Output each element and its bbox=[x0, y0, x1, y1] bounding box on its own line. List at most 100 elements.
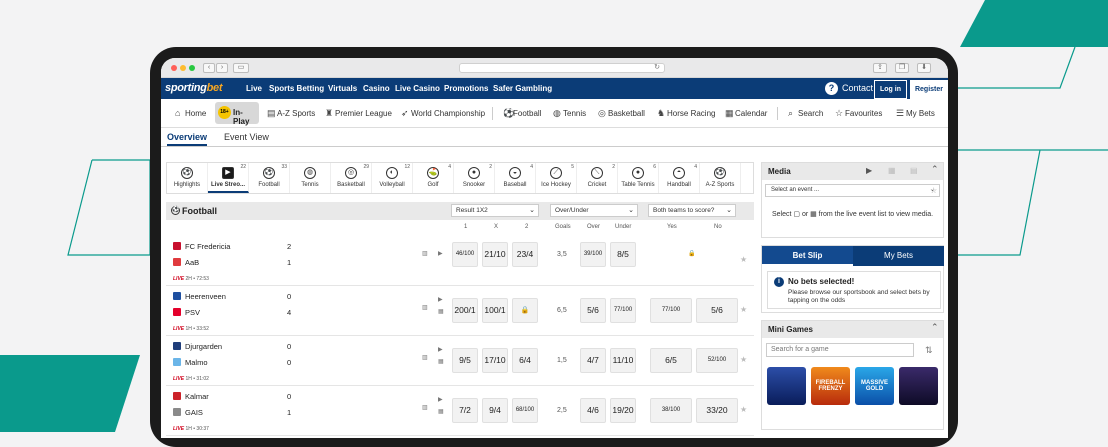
sport-handball[interactable]: 4 ◓ Handball bbox=[659, 163, 700, 193]
contact-link[interactable]: Contact bbox=[842, 83, 873, 93]
sport-basketball[interactable]: 29 ◎ Basketball bbox=[331, 163, 372, 193]
odds-no[interactable]: 52/100 bbox=[696, 348, 738, 373]
odds-under[interactable]: 19/20 bbox=[610, 398, 636, 423]
share-icon[interactable]: ⇪ bbox=[873, 63, 887, 73]
odds-yes[interactable]: 6/5 bbox=[650, 348, 692, 373]
video-icon[interactable]: ▶ bbox=[438, 250, 443, 257]
game-tile[interactable]: FIREBALL FRENZY bbox=[811, 367, 850, 405]
stats-icon[interactable]: ▥ bbox=[422, 404, 428, 411]
stats-icon[interactable]: ▥ bbox=[422, 354, 428, 361]
sport-tennis[interactable]: ◍ Tennis bbox=[290, 163, 331, 193]
subnav-search[interactable]: ⌕ Search bbox=[788, 108, 823, 119]
odds-over[interactable]: 5/6 bbox=[580, 298, 606, 323]
sport-snooker[interactable]: 2 ● Snooker bbox=[454, 163, 495, 193]
stats-icon[interactable]: ▥ bbox=[422, 250, 428, 257]
subnav-az-sports[interactable]: ▤A-Z Sports bbox=[267, 108, 315, 119]
sport-live-streaming[interactable]: 22 ▶ Live Streo... bbox=[208, 163, 249, 193]
favourite-star-icon[interactable]: ★ bbox=[740, 305, 747, 314]
sport-highlights[interactable]: ⚽ Highlights bbox=[167, 163, 208, 193]
match-row[interactable]: Djurgarden Malmo 0 0 LIVE 1H • 31:02 ▥ ▶… bbox=[166, 336, 754, 386]
odds-over[interactable]: 39/100 bbox=[580, 242, 606, 267]
nav-virtuals[interactable]: Virtuals bbox=[328, 84, 357, 93]
reload-icon[interactable]: ↻ bbox=[654, 63, 660, 71]
match-row[interactable]: Kalmar GAIS 0 1 LIVE 1H • 30:37 ▥ ▶ ▦ 7/… bbox=[166, 386, 754, 436]
chevron-left-icon[interactable]: ‹ bbox=[203, 63, 215, 73]
subnav-my-bets[interactable]: ☰ My Bets bbox=[896, 108, 935, 119]
odds-home[interactable]: 7/2 bbox=[452, 398, 478, 423]
nav-live[interactable]: Live bbox=[246, 84, 262, 93]
market-select-over-under[interactable]: Over/Under ⌄ bbox=[550, 204, 638, 217]
odds-away[interactable]: 23/4 bbox=[512, 242, 538, 267]
sidebar-icon[interactable]: ▭ bbox=[233, 63, 249, 73]
subnav-world-championship[interactable]: ➶ World Championship bbox=[401, 108, 485, 119]
match-row[interactable]: Heerenveen PSV 0 4 LIVE 1H • 33:52 ▥ ▶ ▦… bbox=[166, 286, 754, 336]
favourite-star-icon[interactable]: ★ bbox=[740, 355, 747, 364]
odds-no[interactable]: 5/6 bbox=[696, 298, 738, 323]
chevron-right-icon[interactable]: › bbox=[216, 63, 228, 73]
game-search-input[interactable]: Search for a game bbox=[766, 343, 914, 357]
odds-under[interactable]: 11/10 bbox=[610, 348, 636, 373]
favourite-star-icon[interactable]: ☆ bbox=[930, 186, 937, 195]
odds-under[interactable]: 77/100 bbox=[610, 298, 636, 323]
close-dot[interactable] bbox=[171, 65, 177, 71]
subnav-calendar[interactable]: ▦Calendar bbox=[725, 108, 767, 119]
scoreboard-icon[interactable]: ▦ bbox=[438, 408, 444, 415]
sport-table-tennis[interactable]: 6 ● Table Tennis bbox=[618, 163, 659, 193]
favourite-star-icon[interactable]: ★ bbox=[740, 255, 747, 264]
chevron-up-icon[interactable]: ⌃ bbox=[931, 322, 939, 333]
nav-casino[interactable]: Casino bbox=[363, 84, 390, 93]
login-button[interactable]: Log in bbox=[874, 80, 907, 99]
odds-yes[interactable]: 77/100 bbox=[650, 298, 692, 323]
download-icon[interactable]: ⬇ bbox=[917, 63, 931, 73]
scoreboard-icon[interactable]: ▦ bbox=[438, 308, 444, 315]
match-row[interactable]: FC Fredericia AaB 2 1 LIVE 2H • 72:53 ▥ … bbox=[166, 236, 754, 286]
sportingbet-logo[interactable]: sportingbet bbox=[165, 82, 223, 94]
scoreboard-icon[interactable]: ▦ bbox=[438, 358, 444, 365]
nav-live-casino[interactable]: Live Casino bbox=[395, 84, 440, 93]
sport-baseball[interactable]: 4 ◒ Baseball bbox=[495, 163, 536, 193]
tab-overview[interactable]: Overview bbox=[167, 132, 208, 146]
subnav-premier-league[interactable]: ♜ Premier League bbox=[325, 108, 392, 119]
sport-ice-hockey[interactable]: 5 ⟋ Ice Hockey bbox=[536, 163, 577, 193]
event-select[interactable]: Select an event ... ⌄ bbox=[765, 184, 940, 197]
subnav-horse-racing[interactable]: ♞ Horse Racing bbox=[657, 108, 715, 119]
tab-event-view[interactable]: Event View bbox=[224, 132, 269, 142]
maximize-dot[interactable] bbox=[189, 65, 195, 71]
odds-away[interactable]: 68/100 bbox=[512, 398, 538, 423]
odds-over[interactable]: 4/6 bbox=[580, 398, 606, 423]
odds-home[interactable]: 200/1 bbox=[452, 298, 478, 323]
odds-away[interactable]: 6/4 bbox=[512, 348, 538, 373]
address-bar[interactable]: ↻ bbox=[459, 63, 665, 73]
tab-my-bets[interactable]: My Bets bbox=[853, 246, 944, 266]
sort-icon[interactable]: ⇅ bbox=[925, 345, 933, 356]
video-icon[interactable]: ▶ bbox=[438, 396, 443, 403]
subnav-home[interactable]: ⌂ Home bbox=[175, 108, 206, 118]
minimize-dot[interactable] bbox=[180, 65, 186, 71]
sport-az-sports[interactable]: ⚽ A-Z Sports bbox=[700, 163, 741, 193]
nav-sports-betting[interactable]: Sports Betting bbox=[269, 84, 324, 93]
register-button[interactable]: Register bbox=[910, 80, 948, 99]
market-select-btts[interactable]: Both teams to score? ⌄ bbox=[648, 204, 736, 217]
subnav-inplay[interactable]: 18+ In-Play bbox=[215, 102, 259, 126]
sport-volleyball[interactable]: 12 ◐ Volleyball bbox=[372, 163, 413, 193]
odds-over[interactable]: 4/7 bbox=[580, 348, 606, 373]
odds-no[interactable]: 33/20 bbox=[696, 398, 738, 423]
odds-draw[interactable]: 21/10 bbox=[482, 242, 508, 267]
odds-draw[interactable]: 9/4 bbox=[482, 398, 508, 423]
help-icon[interactable]: ? bbox=[825, 82, 838, 95]
subnav-favourites[interactable]: ☆ Favourites bbox=[835, 108, 882, 119]
video-icon[interactable]: ▶ bbox=[438, 346, 443, 353]
sport-football[interactable]: 33 ⚽ Football bbox=[249, 163, 290, 193]
video-icon[interactable]: ▶ bbox=[438, 296, 443, 303]
nav-safer-gambling[interactable]: Safer Gambling bbox=[493, 84, 552, 93]
tab-bet-slip[interactable]: Bet Slip bbox=[762, 246, 853, 266]
odds-yes[interactable]: 38/100 bbox=[650, 398, 692, 423]
game-tile[interactable] bbox=[899, 367, 938, 405]
scoreboard-icon[interactable]: ▦ bbox=[888, 166, 896, 175]
game-tile[interactable]: MASSIVE GOLD bbox=[855, 367, 894, 405]
odds-draw[interactable]: 17/10 bbox=[482, 348, 508, 373]
favourite-star-icon[interactable]: ★ bbox=[740, 405, 747, 414]
market-select-result[interactable]: Result 1X2 ⌄ bbox=[451, 204, 539, 217]
odds-home[interactable]: 9/5 bbox=[452, 348, 478, 373]
odds-under[interactable]: 8/5 bbox=[610, 242, 636, 267]
